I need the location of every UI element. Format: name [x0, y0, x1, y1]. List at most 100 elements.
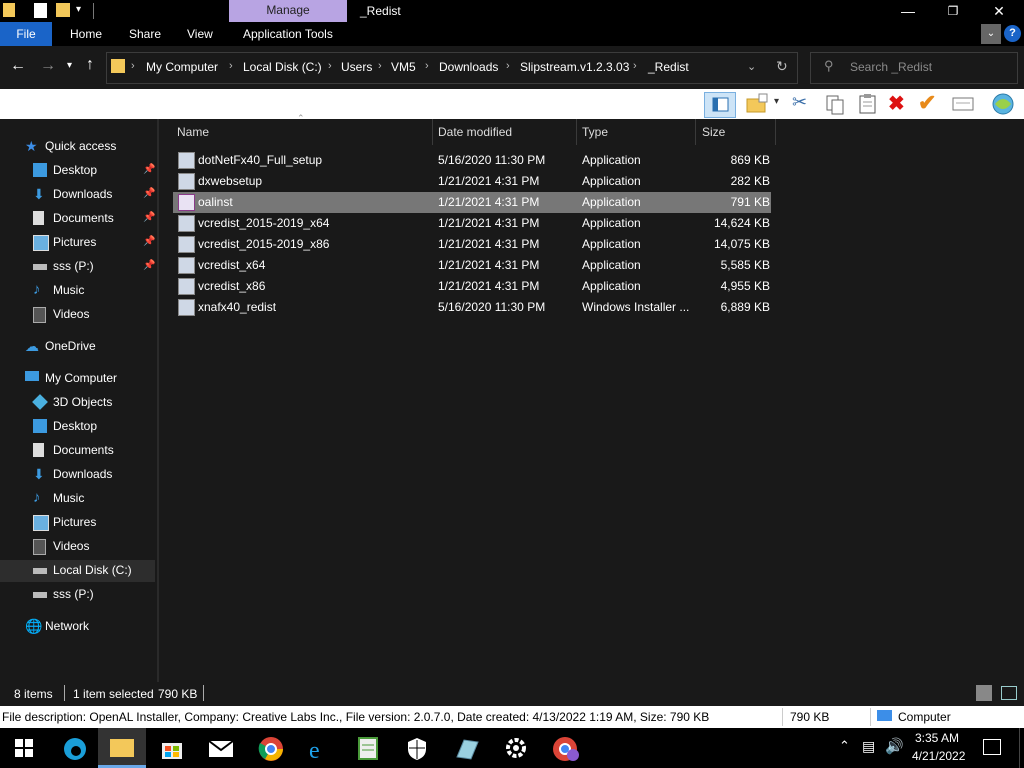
paste-button[interactable] [857, 93, 879, 118]
volume-icon[interactable]: 🔊 [885, 737, 904, 755]
breadcrumb-my-computer[interactable]: My Computer [146, 60, 218, 74]
rename-check-icon[interactable]: ✔ [918, 90, 936, 116]
document-icon [33, 211, 44, 225]
mail-icon [208, 740, 234, 757]
download-icon: ⬇ [33, 186, 45, 202]
maximize-button[interactable]: ❐ [930, 0, 976, 22]
show-hidden-icons[interactable]: ⌃ [839, 738, 850, 754]
tab-view[interactable]: View [175, 22, 225, 46]
store-icon [162, 743, 182, 759]
clock-date[interactable]: 4/21/2022 [912, 749, 965, 763]
properties-tool-icon [952, 97, 974, 111]
table-row[interactable]: vcredist_2015-2019_x86 1/21/2021 4:31 PM… [173, 234, 771, 255]
file-type: Application [582, 237, 641, 251]
help-icon[interactable]: ? [1004, 25, 1021, 42]
close-button[interactable]: ✕ [976, 0, 1022, 22]
status-selected-size: 790 KB [158, 687, 198, 701]
taskbar-store[interactable] [160, 737, 184, 764]
start-button[interactable] [15, 739, 33, 760]
details-view-icon[interactable] [976, 685, 992, 701]
column-header-size[interactable]: Size [702, 124, 725, 144]
tab-home[interactable]: Home [58, 22, 114, 46]
file-date: 1/21/2021 4:31 PM [438, 216, 540, 230]
file-type: Application [582, 258, 641, 272]
breadcrumb-vm5[interactable]: VM5 [391, 60, 416, 74]
breadcrumb-users[interactable]: Users [341, 60, 372, 74]
clock-time[interactable]: 3:35 AM [915, 731, 959, 745]
table-row[interactable]: dxwebsetup 1/21/2021 4:31 PM Application… [173, 171, 771, 192]
tab-application-tools[interactable]: Application Tools [231, 22, 345, 46]
column-divider[interactable] [695, 119, 696, 145]
breadcrumb-separator: › [633, 60, 637, 72]
breadcrumb-slipstream[interactable]: Slipstream.v1.2.3.03 [520, 60, 629, 74]
desktop-icon [33, 163, 47, 177]
forward-icon[interactable]: → [40, 57, 56, 75]
column-divider[interactable] [775, 119, 776, 145]
large-icons-view-icon[interactable] [1001, 686, 1017, 700]
expand-ribbon-icon[interactable]: ⌄ [981, 24, 1001, 44]
show-desktop-button[interactable] [1019, 728, 1024, 768]
quick-access-dropdown-icon[interactable]: ▾ [76, 4, 81, 15]
copy-icon [826, 95, 844, 115]
recent-locations-icon[interactable]: ▾ [67, 60, 72, 71]
column-divider[interactable] [432, 119, 433, 145]
table-row[interactable]: vcredist_2015-2019_x64 1/21/2021 4:31 PM… [173, 213, 771, 234]
new-folder-dropdown-icon[interactable]: ▾ [774, 96, 779, 107]
network-tray-icon[interactable]: ▤ [862, 738, 875, 755]
taskbar-edge[interactable] [62, 736, 88, 765]
breadcrumb-downloads[interactable]: Downloads [439, 60, 498, 74]
table-row[interactable]: vcredist_x64 1/21/2021 4:31 PM Applicati… [173, 255, 771, 276]
info-divider [782, 708, 783, 726]
column-divider[interactable] [576, 119, 577, 145]
breadcrumb-local-disk[interactable]: Local Disk (C:) [243, 60, 322, 74]
taskbar-security[interactable] [405, 736, 429, 765]
sort-ascending-icon: ⌃ [297, 113, 305, 123]
table-row[interactable]: vcredist_x86 1/21/2021 4:31 PM Applicati… [173, 276, 771, 297]
file-date: 1/21/2021 4:31 PM [438, 195, 540, 209]
delete-icon[interactable]: ✖ [888, 91, 905, 116]
network-icon: 🌐 [25, 618, 43, 634]
taskbar-mail[interactable] [208, 739, 234, 762]
column-header-name[interactable]: Name [177, 124, 209, 144]
column-header-date[interactable]: Date modified [438, 124, 512, 144]
breadcrumb-redist[interactable]: _Redist [648, 60, 689, 74]
globe-button[interactable] [990, 92, 1016, 119]
copy-button[interactable] [825, 94, 847, 119]
application-icon [178, 215, 195, 232]
taskbar-file-explorer[interactable] [98, 728, 146, 768]
pin-icon: 📌 [143, 188, 156, 199]
minimize-button[interactable]: — [885, 0, 931, 22]
column-header-type[interactable]: Type [582, 124, 608, 144]
app-icon [456, 739, 479, 760]
properties-button[interactable] [951, 94, 977, 117]
manage-tab[interactable]: Manage [229, 0, 347, 22]
taskbar-app[interactable] [454, 737, 480, 764]
tab-share[interactable]: Share [117, 22, 173, 46]
table-row[interactable]: xnafx40_redist 5/16/2020 11:30 PM Window… [173, 297, 771, 318]
taskbar-internet-explorer[interactable]: e [306, 736, 332, 765]
address-dropdown-icon[interactable]: ⌄ [747, 60, 756, 73]
table-row[interactable]: dotNetFx40_Full_setup 5/16/2020 11:30 PM… [173, 150, 771, 171]
taskbar-notepad[interactable] [356, 735, 380, 764]
window-title: _Redist [360, 4, 401, 18]
taskbar-chrome-profile[interactable] [552, 736, 580, 765]
properties-icon[interactable] [34, 3, 47, 18]
notepad-icon [358, 737, 378, 760]
preview-pane-button[interactable] [704, 92, 736, 118]
table-row-selected[interactable]: oalinst 1/21/2021 4:31 PM Application 79… [173, 192, 771, 213]
back-icon[interactable]: ← [10, 57, 26, 75]
cut-icon[interactable]: ✂ [792, 92, 807, 113]
notifications-icon[interactable] [983, 739, 1001, 755]
tab-file[interactable]: File [0, 22, 52, 46]
pin-icon: 📌 [143, 212, 156, 223]
openal-icon [178, 194, 195, 211]
taskbar-settings[interactable] [504, 736, 528, 763]
taskbar-chrome[interactable] [258, 736, 284, 765]
preview-pane-icon [712, 97, 729, 112]
breadcrumb-separator: › [425, 60, 429, 72]
document-icon [33, 443, 44, 457]
up-icon[interactable]: ↑ [86, 56, 94, 74]
new-folder-icon[interactable] [56, 3, 70, 17]
new-folder-tool-button[interactable] [745, 93, 771, 118]
refresh-icon[interactable]: ↻ [776, 58, 788, 75]
